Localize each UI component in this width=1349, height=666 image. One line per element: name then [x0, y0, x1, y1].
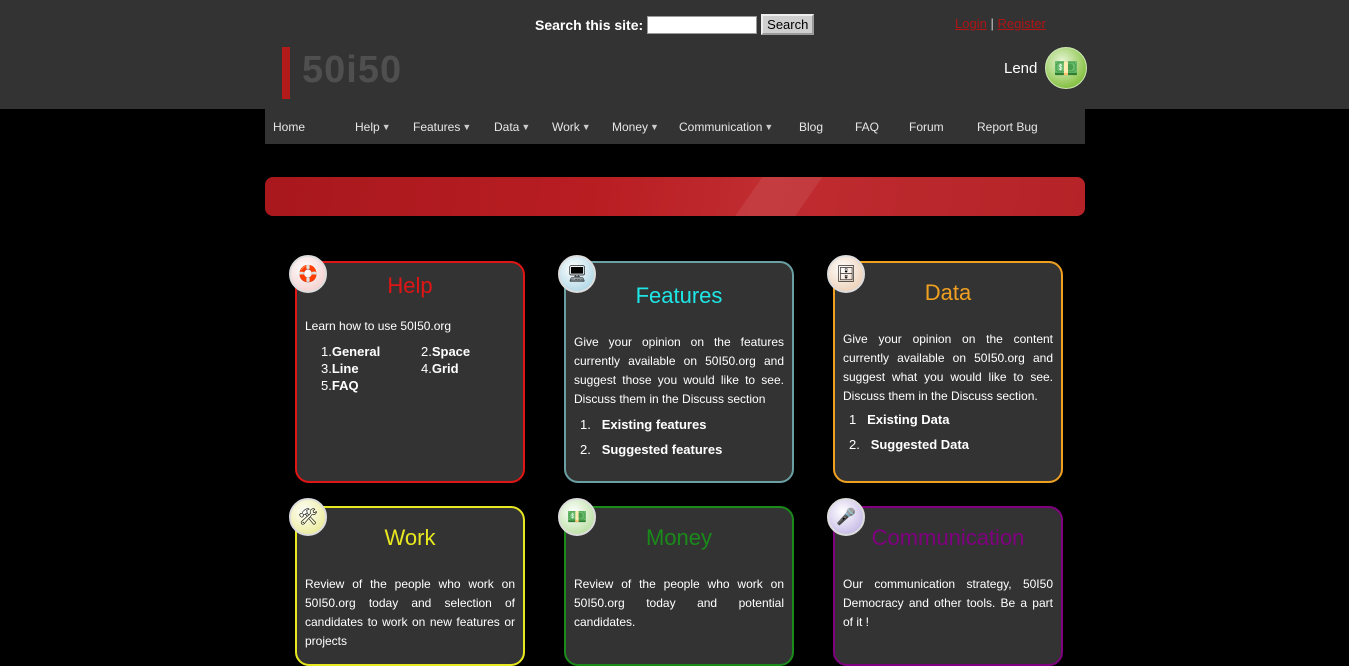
help-card-title[interactable]: Help — [297, 273, 523, 299]
nav-item-features[interactable]: Features ▼ — [405, 120, 486, 134]
data-card-desc: Give your opinion on the content current… — [843, 332, 1053, 403]
nav-item-forum[interactable]: Forum — [901, 120, 969, 134]
data-card: Data Give your opinion on the content cu… — [833, 261, 1063, 483]
lifebuoy-icon: 🛟 — [289, 255, 327, 293]
features-list: 1. Existing features 2. Suggested featur… — [580, 417, 792, 457]
list-item[interactable]: 4.Grid — [421, 361, 521, 376]
database-icon: 🗄 — [827, 255, 865, 293]
list-item[interactable]: 5.FAQ — [321, 378, 421, 393]
search-button[interactable]: Search — [761, 14, 815, 35]
main-nav: Home Help ▼ Features ▼ Data ▼ Work ▼ Money ▼ … — [265, 109, 1085, 144]
list-item[interactable]: 2. Suggested Data — [849, 437, 1061, 452]
auth-separator: | — [990, 16, 994, 31]
money-card-title[interactable]: Money — [566, 525, 792, 551]
chevron-down-icon: ▼ — [381, 121, 391, 132]
data-card-title[interactable]: Data — [835, 280, 1061, 306]
money-card: Money Review of the people who work on 5… — [564, 506, 794, 666]
communication-card-desc: Our communication strategy, 50I50 Democr… — [843, 577, 1053, 629]
auth-links: Login | Register — [955, 16, 1046, 31]
features-card-desc: Give your opinion on the features curren… — [574, 335, 784, 406]
nav-item-communication[interactable]: Communication ▼ — [671, 120, 791, 134]
work-card-title[interactable]: Work — [297, 525, 523, 551]
nav-item-blog[interactable]: Blog — [791, 120, 847, 134]
data-list: 1 Existing Data 2. Suggested Data — [849, 412, 1061, 452]
help-topic-list: 1.General 2.Space 3.Line 4.Grid 5.FAQ — [321, 344, 523, 393]
nav-item-help[interactable]: Help ▼ — [347, 120, 405, 134]
chevron-down-icon: ▼ — [581, 121, 591, 132]
tools-icon: 🛠 — [289, 498, 327, 536]
chevron-down-icon: ▼ — [462, 121, 472, 132]
chevron-down-icon: ▼ — [764, 121, 774, 132]
communication-card-title[interactable]: Communication — [835, 525, 1061, 551]
site-search: Search this site: Search — [535, 14, 815, 35]
chevron-down-icon: ▼ — [650, 121, 659, 132]
nav-item-report-bug[interactable]: Report Bug — [969, 120, 1055, 134]
list-item[interactable]: 1.General — [321, 344, 421, 359]
nav-item-money[interactable]: Money ▼ — [604, 120, 671, 134]
communication-card: Communication Our communication strategy… — [833, 506, 1063, 666]
login-link[interactable]: Login — [955, 16, 987, 31]
red-banner — [265, 177, 1085, 216]
nav-item-work[interactable]: Work ▼ — [544, 120, 604, 134]
list-item[interactable]: 3.Line — [321, 361, 421, 376]
money-card-desc: Review of the people who work on 50I50.o… — [574, 577, 784, 629]
help-card-desc: Learn how to use 50I50.org — [305, 319, 452, 333]
features-card: Features Give your opinion on the featur… — [564, 261, 794, 483]
lend-button[interactable]: Lend 💵 — [1004, 47, 1088, 89]
search-label: Search this site: — [535, 16, 644, 33]
list-item[interactable]: 2.Space — [421, 344, 521, 359]
header-bar: Search this site: Search Login | Registe… — [0, 0, 1349, 109]
microphone-icon: 🎤 — [827, 498, 865, 536]
monitor-icon: 🖥 — [558, 255, 596, 293]
money-icon: 💵 — [558, 498, 596, 536]
work-card-desc: Review of the people who work on 50I50.o… — [305, 577, 515, 648]
list-item[interactable]: 1. Existing features — [580, 417, 792, 432]
chevron-down-icon: ▼ — [521, 121, 531, 132]
site-logo[interactable]: 50i50 — [282, 47, 402, 99]
nav-item-home[interactable]: Home — [265, 120, 347, 134]
search-input[interactable] — [647, 15, 758, 34]
list-item[interactable]: 1 Existing Data — [849, 412, 1061, 427]
register-link[interactable]: Register — [997, 16, 1045, 31]
list-item[interactable]: 2. Suggested features — [580, 442, 792, 457]
money-icon: 💵 — [1045, 47, 1088, 89]
lend-label: Lend — [1004, 59, 1038, 77]
nav-item-data[interactable]: Data ▼ — [486, 120, 544, 134]
nav-item-faq[interactable]: FAQ — [847, 120, 901, 134]
features-card-title[interactable]: Features — [566, 283, 792, 309]
work-card: Work Review of the people who work on 50… — [295, 506, 525, 666]
help-card: Help Learn how to use 50I50.org 1.Genera… — [295, 261, 525, 483]
